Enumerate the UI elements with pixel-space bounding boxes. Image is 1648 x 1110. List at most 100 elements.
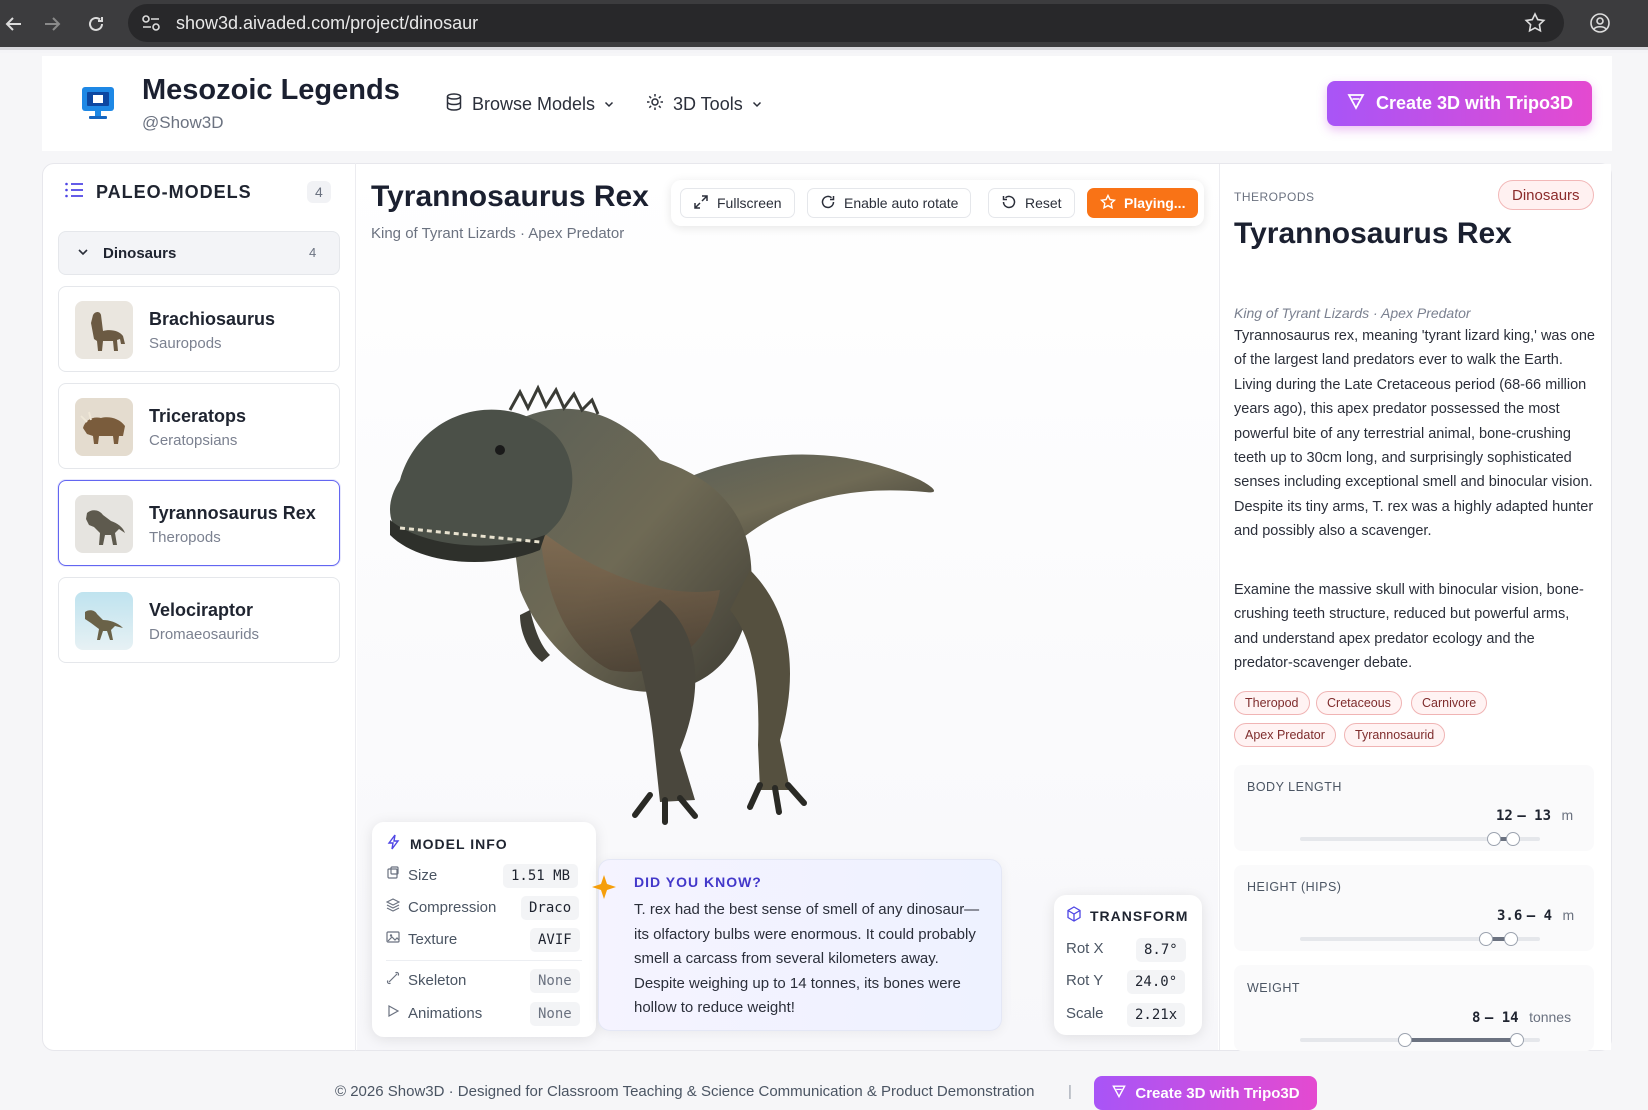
bone-icon — [386, 971, 400, 989]
triceratops-thumbnail — [75, 398, 133, 456]
category-label: Dinosaurs — [103, 245, 177, 262]
details-title: Tyrannosaurus Rex — [1234, 217, 1512, 250]
playing-label: Playing... — [1124, 195, 1186, 211]
stat-min: 8 — [1472, 1010, 1481, 1026]
create-3d-button[interactable]: Create 3D with Tripo3D — [1327, 81, 1592, 126]
nav-browse-models[interactable]: Browse Models — [444, 92, 615, 117]
stat-slider-fill — [1405, 1038, 1517, 1042]
transform-roty-label: Rot Y — [1066, 972, 1104, 989]
stat-slider-min-handle[interactable] — [1398, 1033, 1412, 1047]
model-card-group: Sauropods — [149, 335, 222, 352]
tag-chip[interactable]: Apex Predator — [1234, 723, 1336, 747]
stat-label: WEIGHT — [1247, 981, 1300, 995]
reset-icon — [1001, 194, 1017, 213]
bookmark-star-icon[interactable] — [1524, 12, 1546, 39]
model-card-tyrannosaurus-rex[interactable]: Tyrannosaurus Rex Theropods — [58, 480, 340, 566]
sidebar-count-badge: 4 — [307, 181, 331, 203]
transform-heading-label: TRANSFORM — [1090, 907, 1189, 924]
tripo-logo-icon — [1111, 1083, 1127, 1103]
auto-rotate-button[interactable]: Enable auto rotate — [807, 188, 972, 218]
chevron-down-icon — [603, 94, 615, 115]
tag-chip[interactable]: Theropod — [1234, 691, 1310, 715]
model-card-title: Triceratops — [149, 406, 247, 426]
stat-range: 3.6 – 4 m — [1497, 907, 1575, 924]
info-divider — [386, 960, 582, 961]
model-card-velociraptor[interactable]: Velociraptor Dromaeosaurids — [58, 577, 340, 663]
nav-3d-tools-label: 3D Tools — [673, 94, 743, 114]
info-animations-label: Animations — [386, 1004, 482, 1022]
model-card-title: Velociraptor — [149, 600, 254, 620]
image-icon — [386, 930, 400, 948]
info-label: Size — [408, 866, 438, 884]
forward-icon[interactable] — [38, 10, 66, 38]
database-icon — [444, 92, 464, 117]
sidebar-heading-label: PALEO-MODELS — [96, 182, 252, 202]
info-label: Skeleton — [408, 971, 467, 989]
stat-label: HEIGHT (HIPS) — [1247, 880, 1342, 894]
category-badge[interactable]: Dinosaurs — [1498, 180, 1594, 210]
transform-roty-value: 24.0° — [1127, 970, 1186, 994]
monitor-logo-icon[interactable] — [78, 82, 118, 127]
stat-slider-max-handle[interactable] — [1506, 832, 1520, 846]
profile-icon[interactable] — [1589, 12, 1611, 39]
tag-chip[interactable]: Cretaceous — [1316, 691, 1402, 715]
fullscreen-label: Fullscreen — [717, 195, 782, 211]
url-text[interactable]: show3d.aivaded.com/project/dinosaur — [176, 13, 478, 34]
chevron-down-icon[interactable] — [76, 245, 90, 264]
play-icon — [386, 1004, 400, 1022]
reset-button[interactable]: Reset — [988, 188, 1075, 218]
model-card-triceratops[interactable]: Triceratops Ceratopsians — [58, 383, 340, 469]
site-settings-icon[interactable] — [138, 10, 164, 36]
tyrannosaurus-thumbnail — [75, 495, 133, 553]
info-animations-value: None — [530, 1002, 580, 1026]
create-3d-button-label: Create 3D with Tripo3D — [1375, 93, 1574, 113]
footer-separator: | — [1068, 1083, 1072, 1100]
info-skeleton-value: None — [530, 969, 580, 993]
info-texture-label: Texture — [386, 930, 457, 948]
back-icon[interactable] — [0, 10, 28, 38]
playing-button[interactable]: Playing... — [1087, 188, 1199, 218]
tag-chip[interactable]: Carnivore — [1411, 691, 1488, 715]
info-label: Texture — [408, 930, 458, 948]
info-label: Compression — [408, 898, 497, 916]
viewer-title: Tyrannosaurus Rex — [371, 180, 649, 213]
stat-slider-min-handle[interactable] — [1487, 832, 1501, 846]
nav-3d-tools[interactable]: 3D Tools — [645, 92, 763, 117]
model-card-group: Dromaeosaurids — [149, 626, 260, 643]
reset-label: Reset — [1025, 195, 1062, 211]
fullscreen-button[interactable]: Fullscreen — [680, 188, 795, 218]
category-dinosaurs[interactable] — [58, 231, 340, 275]
file-size-icon — [386, 866, 400, 884]
tripo-logo-icon — [1346, 91, 1366, 116]
brand-handle: @Show3D — [142, 113, 224, 132]
info-texture-value: AVIF — [530, 928, 580, 952]
reload-icon[interactable] — [82, 10, 110, 38]
stat-slider-max-handle[interactable] — [1504, 932, 1518, 946]
model-card-brachiosaurus[interactable]: Brachiosaurus Sauropods — [58, 286, 340, 372]
stat-label: BODY LENGTH — [1247, 780, 1342, 794]
gear-icon — [645, 92, 665, 117]
stat-range: 8 – 14 tonnes — [1472, 1009, 1572, 1026]
details-subtitle: King of Tyrant Lizards · Apex Predator — [1234, 305, 1471, 321]
tag-chip[interactable]: Tyrannosaurid — [1344, 723, 1446, 747]
details-description-extra: Examine the massive skull with binocular… — [1234, 582, 1584, 672]
stat-max: 4 — [1543, 908, 1553, 924]
transform-heading: TRANSFORM — [1066, 906, 1188, 925]
category-count: 4 — [309, 245, 317, 260]
stat-unit: tonnes — [1529, 1009, 1572, 1025]
info-skeleton-label: Skeleton — [386, 971, 466, 989]
model-card-group: Theropods — [149, 529, 221, 546]
stat-max: 14 — [1501, 1010, 1519, 1026]
brand-title[interactable]: Mesozoic Legends — [142, 74, 400, 107]
did-you-know-text: T. rex had the best sense of smell of an… — [634, 901, 980, 1016]
brachiosaurus-thumbnail — [75, 301, 133, 359]
stat-unit: m — [1561, 807, 1574, 823]
stat-slider-min-handle[interactable] — [1479, 932, 1493, 946]
rotate-icon — [820, 194, 836, 213]
chevron-down-icon — [751, 94, 763, 115]
sidebar-heading: PALEO-MODELS — [64, 181, 252, 204]
stat-slider-max-handle[interactable] — [1510, 1033, 1524, 1047]
auto-rotate-label: Enable auto rotate — [844, 195, 959, 211]
footer-create-3d-button[interactable]: Create 3D with Tripo3D — [1094, 1076, 1317, 1110]
trex-3d-model[interactable] — [360, 370, 950, 860]
